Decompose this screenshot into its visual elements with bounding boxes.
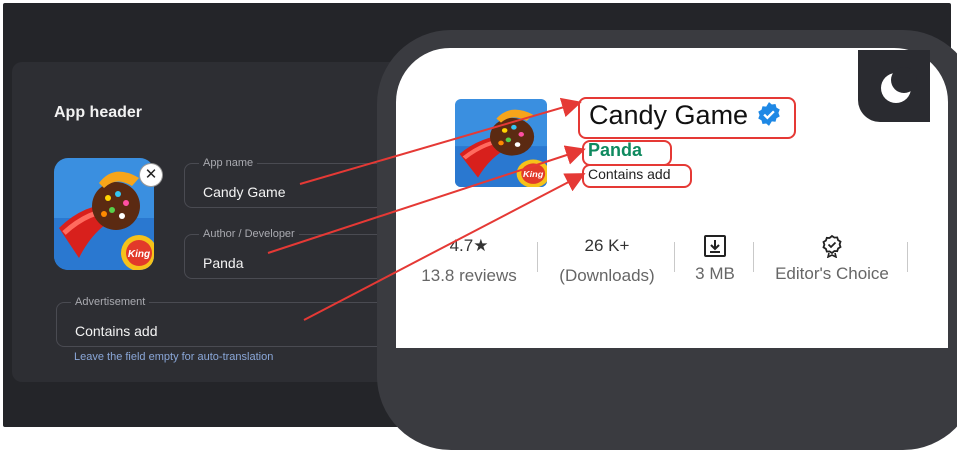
advertisement-label: Advertisement <box>71 296 150 309</box>
svg-text:King: King <box>128 249 150 260</box>
auto-translation-hint: Leave the field empty for auto-translati… <box>74 351 274 363</box>
rating-value: 4.7★ <box>449 236 489 255</box>
theme-toggle-button[interactable] <box>858 50 930 122</box>
stat-divider <box>537 242 538 272</box>
app-icon-image[interactable]: King <box>54 158 154 270</box>
app-name-label: App name <box>199 157 258 170</box>
svg-text:King: King <box>523 169 544 178</box>
editors-choice-label: Editor's Choice <box>775 264 889 283</box>
downloads-label: (Downloads) <box>559 266 655 285</box>
author-label: Author / Developer <box>199 228 299 241</box>
verified-badge-icon <box>757 102 780 126</box>
preview-advertisement: Contains add <box>588 166 671 182</box>
stat-divider <box>907 242 908 272</box>
advertisement-value: Contains add <box>75 323 158 339</box>
author-value: Panda <box>203 255 244 271</box>
panel-title: App header <box>54 104 143 121</box>
app-name-value: Candy Game <box>203 184 286 200</box>
app-size: 3 MB <box>695 264 735 283</box>
downloads-stat: 26 K+ (Downloads) <box>548 236 666 286</box>
candy-app-icon: King <box>54 158 154 270</box>
close-icon: ✕ <box>144 166 158 183</box>
download-icon <box>704 235 726 257</box>
reviews-count: 13.8 reviews <box>421 266 517 285</box>
preview-app-icon: King <box>455 99 547 187</box>
preview-title-text: Candy Game <box>589 100 749 130</box>
preview-app-title: Candy Game <box>589 100 782 131</box>
downloads-value: 26 K+ <box>584 236 630 255</box>
stat-divider <box>753 242 754 272</box>
candy-app-icon: King <box>455 99 547 187</box>
award-ribbon-icon <box>822 234 842 259</box>
remove-icon-button[interactable]: ✕ <box>140 164 162 186</box>
rating-stat: 4.7★ 13.8 reviews <box>410 236 528 286</box>
size-stat: 3 MB <box>684 234 746 284</box>
moon-icon <box>881 67 917 103</box>
stat-divider <box>674 242 675 272</box>
editors-choice-stat: Editor's Choice <box>764 234 900 284</box>
preview-author[interactable]: Panda <box>588 140 642 161</box>
